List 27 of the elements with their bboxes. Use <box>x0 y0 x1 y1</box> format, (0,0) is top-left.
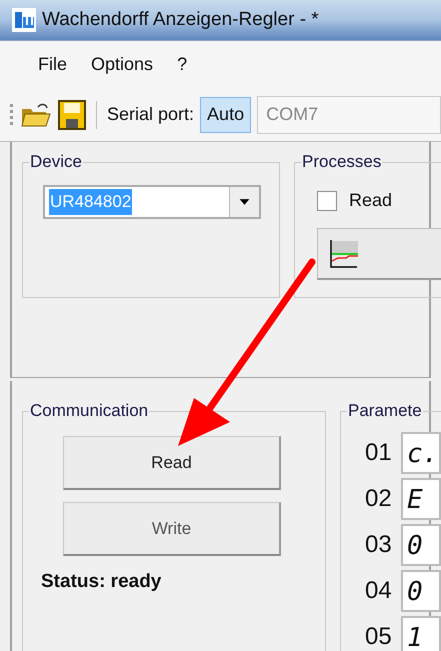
parameter-number: 03 <box>365 530 393 560</box>
serial-port-label: Serial port: <box>107 103 194 126</box>
parameter-number: 05 <box>365 622 393 651</box>
toolbar-grip-icon <box>10 102 14 128</box>
parameter-display: 0 <box>401 524 441 566</box>
parameter-display: E <box>401 478 441 520</box>
menu-item[interactable]: ? <box>177 51 188 78</box>
status-text: Status: ready <box>41 570 162 594</box>
parameter-display: c. <box>401 432 441 474</box>
action-button[interactable]: Write <box>63 502 281 556</box>
parameter-display: 0 <box>401 570 441 612</box>
parameter-number: 01 <box>365 438 393 468</box>
open-folder-icon[interactable] <box>20 100 52 128</box>
parameter-number: 02 <box>365 484 393 514</box>
chart-icon <box>328 238 358 268</box>
parameter-number: 04 <box>365 576 393 606</box>
menu-item[interactable]: File <box>38 51 68 78</box>
action-button[interactable]: Read <box>63 436 281 490</box>
app-logo-icon <box>12 8 36 32</box>
device-value: UR484802 <box>49 189 132 215</box>
window-title: Wachendorff Anzeigen-Regler - * <box>42 8 319 32</box>
parameter-display: 1 <box>401 616 441 651</box>
auto-button[interactable]: Auto <box>200 96 252 132</box>
read-checkbox[interactable] <box>317 190 337 210</box>
save-icon[interactable] <box>58 100 86 130</box>
menu-item[interactable]: Options <box>91 51 154 78</box>
checkbox-label: Read <box>349 189 392 212</box>
